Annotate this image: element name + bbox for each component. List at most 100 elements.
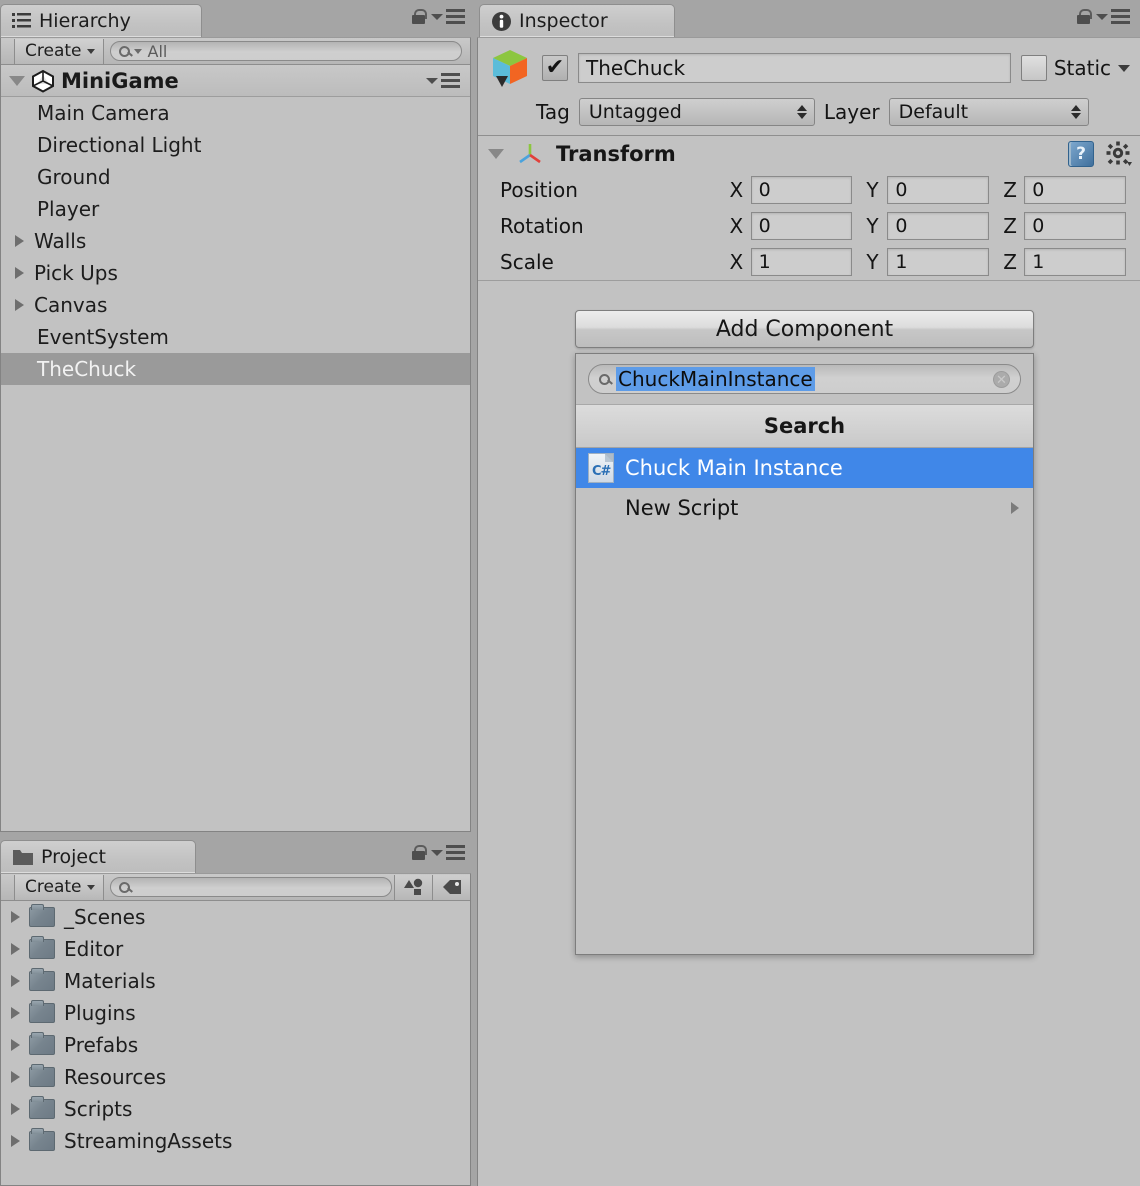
chevron-right-icon[interactable] [11,1071,20,1083]
add-component-result-label: Chuck Main Instance [625,456,843,480]
position-x-field[interactable]: 0 [750,176,853,204]
panel-menu-icon[interactable] [431,845,465,860]
project-folder-row[interactable]: Scripts [1,1093,470,1125]
project-folder-row[interactable]: Materials [1,965,470,997]
transform-component: Transform ? Position X 0 Y 0 Z 0 Rotatio… [478,136,1140,281]
project-folder-row[interactable]: Editor [1,933,470,965]
axis-x-label: X [729,250,744,274]
chevron-right-icon[interactable] [11,1135,20,1147]
position-y-field[interactable]: 0 [887,176,990,204]
hierarchy-search-placeholder: All [147,41,168,61]
gameobject-name-value: TheChuck [586,56,686,80]
project-folder-row[interactable]: _Scenes [1,901,470,933]
static-checkbox[interactable]: ✔ [1020,55,1047,81]
add-component-label: Add Component [715,316,894,342]
transform-row-label: Scale [500,250,554,274]
asset-filter-icon[interactable] [394,874,432,900]
hierarchy-item[interactable]: Player [1,193,470,225]
tag-dropdown[interactable]: Untagged [578,98,815,126]
transform-header[interactable]: Transform ? [478,136,1140,172]
chevron-right-icon[interactable] [15,267,24,279]
project-create-button[interactable]: Create [14,874,104,900]
hierarchy-search-input[interactable]: All [109,41,462,61]
project-folder-label: Plugins [64,1001,136,1025]
project-search-input[interactable] [109,877,392,897]
hierarchy-item[interactable]: Main Camera [1,97,470,129]
add-component-dropdown: ChuckMainInstance ✕ Search C# Chuck Main… [575,353,1034,955]
tab-project[interactable]: Project [0,840,196,873]
hierarchy-item[interactable]: EventSystem [1,321,470,353]
project-folder-row[interactable]: StreamingAssets [1,1125,470,1157]
hierarchy-item[interactable]: Walls [1,225,470,257]
lock-icon[interactable] [412,9,427,24]
project-folder-row[interactable]: Prefabs [1,1029,470,1061]
hierarchy-panel-menu-group [412,9,465,24]
chevron-down-icon[interactable] [9,75,25,86]
panel-menu-icon[interactable] [1096,9,1130,24]
project-folder-row[interactable]: Plugins [1,997,470,1029]
gameobject-name-field[interactable]: TheChuck [578,53,1011,83]
add-component-new-script-item[interactable]: New Script [576,488,1033,528]
chevron-right-icon[interactable] [11,911,20,923]
layer-value: Default [898,101,969,123]
folder-icon [29,1032,55,1055]
hierarchy-item[interactable]: Canvas [1,289,470,321]
hierarchy-item-label: EventSystem [37,325,169,349]
chevron-right-icon[interactable] [15,235,24,247]
add-component-button[interactable]: Add Component [575,310,1034,348]
tab-hierarchy[interactable]: Hierarchy [0,4,202,37]
chevron-right-icon[interactable] [11,975,20,987]
layer-label: Layer [823,100,880,124]
gear-icon[interactable] [1106,141,1132,167]
label-tag-icon[interactable] [432,874,470,900]
scale-y-value: 1 [895,251,908,273]
folder-icon [29,1128,55,1151]
chevron-down-icon [86,884,95,890]
chevron-right-icon[interactable] [11,1039,20,1051]
gameobject-enabled-checkbox[interactable]: ✔ [542,55,568,81]
layer-dropdown[interactable]: Default [888,98,1089,126]
clear-search-icon[interactable]: ✕ [993,370,1010,388]
chevron-right-icon[interactable] [11,1007,20,1019]
chevron-right-icon[interactable] [11,943,20,955]
hierarchy-item-selected[interactable]: TheChuck [1,353,470,385]
help-book-icon[interactable]: ? [1068,141,1094,167]
hierarchy-item[interactable]: Ground [1,161,470,193]
tab-hierarchy-label: Hierarchy [39,10,131,32]
lock-icon[interactable] [1077,9,1092,24]
rotation-x-value: 0 [758,215,771,237]
axis-y-label: Y [866,214,879,238]
folder-icon [29,968,55,991]
hierarchy-list: Main Camera Directional Light Ground Pla… [1,97,470,385]
folder-icon [29,1064,55,1087]
tab-inspector[interactable]: Inspector [479,4,675,37]
rotation-z-field[interactable]: 0 [1024,212,1127,240]
add-component-search-input[interactable]: ChuckMainInstance ✕ [588,364,1021,394]
transform-title: Transform [556,142,676,166]
hierarchy-item[interactable]: Directional Light [1,129,470,161]
scale-x-field[interactable]: 1 [750,248,853,276]
chevron-right-icon[interactable] [11,1103,20,1115]
panel-menu-icon[interactable] [431,9,465,24]
static-dropdown-chevron-icon[interactable] [1118,64,1130,72]
axis-y-label: Y [866,178,879,202]
hierarchy-item-label: TheChuck [37,357,137,381]
hierarchy-scene-name: MiniGame [61,68,179,93]
hierarchy-create-button[interactable]: Create [14,38,104,64]
chevron-right-icon[interactable] [15,299,24,311]
rotation-y-field[interactable]: 0 [887,212,990,240]
hierarchy-scene-root[interactable]: MiniGame [1,65,470,97]
scene-menu-icon[interactable] [426,73,460,88]
add-component-result-item[interactable]: C# Chuck Main Instance [576,448,1033,488]
rotation-x-field[interactable]: 0 [750,212,853,240]
lock-icon[interactable] [412,845,427,860]
chevron-down-icon[interactable] [488,149,504,159]
scale-y-field[interactable]: 1 [887,248,990,276]
static-label: Static [1053,56,1111,80]
updown-arrows-icon [1070,105,1081,119]
project-folder-row[interactable]: Resources [1,1061,470,1093]
position-z-field[interactable]: 0 [1024,176,1127,204]
hierarchy-item[interactable]: Pick Ups [1,257,470,289]
scale-z-field[interactable]: 1 [1024,248,1127,276]
axis-y-label: Y [866,250,879,274]
